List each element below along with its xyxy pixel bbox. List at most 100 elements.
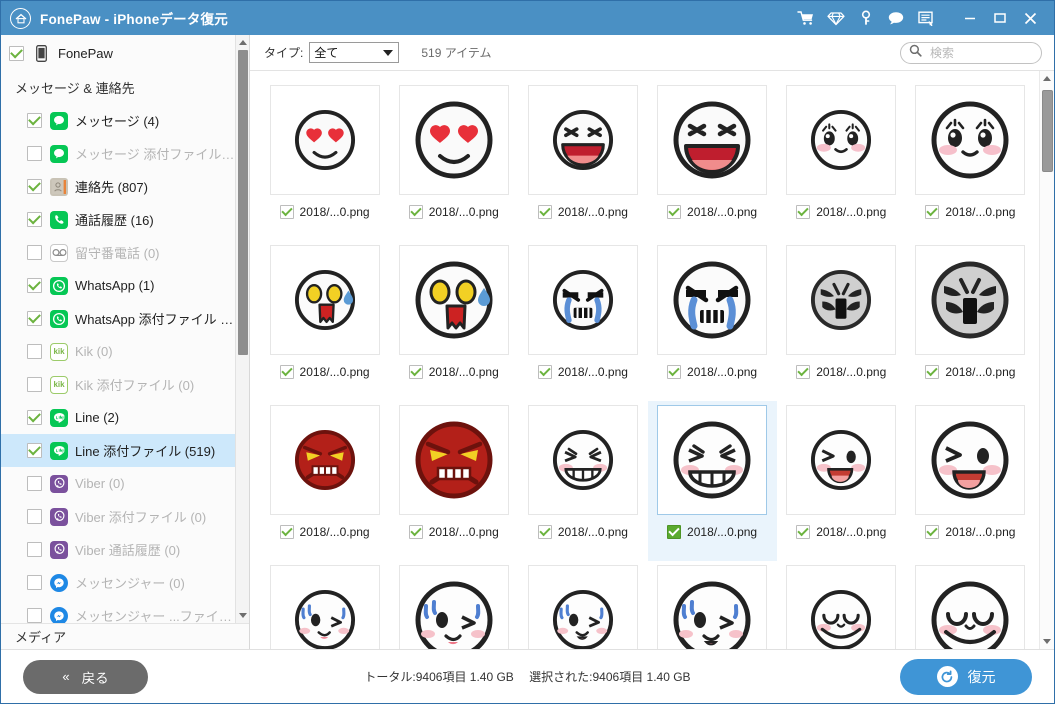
grid-item[interactable]: 2018/...0.png [518, 241, 647, 401]
grid-scroll-up-arrow-icon[interactable] [1040, 71, 1055, 86]
diamond-icon[interactable] [822, 4, 850, 32]
sidebar-item-messages[interactable]: メッセージ (4) [1, 104, 235, 137]
thumbnail-checkbox[interactable] [537, 525, 552, 539]
item-checkbox[interactable] [27, 113, 42, 128]
item-checkbox[interactable] [27, 344, 42, 359]
item-checkbox[interactable] [27, 410, 42, 425]
item-checkbox[interactable] [27, 476, 42, 491]
sidebar-item-viber-attachments[interactable]: Viber 添付ファイル (0) [1, 500, 235, 533]
grid-item[interactable]: 2018/...0.png [260, 81, 389, 241]
grid-item[interactable]: 2018/...0.png [777, 81, 906, 241]
sidebar-item-kik-attachments[interactable]: kik Kik 添付ファイル (0) [1, 368, 235, 401]
thumbnail-checkbox[interactable] [408, 365, 423, 379]
thumbnail-checkbox[interactable] [796, 365, 811, 379]
grid-item[interactable]: 2018/...0.png [777, 401, 906, 561]
item-checkbox[interactable] [27, 509, 42, 524]
sidebar-scroll-thumb[interactable] [237, 50, 248, 355]
grid-scroll-track[interactable] [1040, 86, 1055, 634]
grid-item[interactable] [389, 561, 518, 649]
search-box[interactable] [900, 41, 1042, 64]
item-checkbox[interactable] [27, 146, 42, 161]
grid-scroll-down-arrow-icon[interactable] [1040, 634, 1055, 649]
grid-item[interactable]: 2018/...0.png [906, 81, 1035, 241]
item-checkbox[interactable] [27, 245, 42, 260]
grid-item[interactable]: 2018/...0.png [648, 241, 777, 401]
thumbnail-checkbox[interactable] [667, 525, 682, 539]
scroll-down-arrow-icon[interactable] [236, 608, 250, 623]
grid-item[interactable]: 2018/...0.png [518, 401, 647, 561]
sidebar-scroll-track[interactable] [236, 50, 250, 608]
minimize-button[interactable] [956, 4, 984, 32]
sidebar-item-kik[interactable]: kik Kik (0) [1, 335, 235, 368]
grid-item[interactable]: 2018/...0.png [906, 401, 1035, 561]
grid-scrollbar[interactable] [1039, 71, 1054, 649]
sidebar-item-contacts[interactable]: 連絡先 (807) [1, 170, 235, 203]
grid-item[interactable] [906, 561, 1035, 649]
sidebar-item-line[interactable]: Line (2) [1, 401, 235, 434]
grid-item[interactable]: 2018/...0.png [260, 241, 389, 401]
item-checkbox[interactable] [27, 311, 42, 326]
grid-item[interactable]: 2018/...0.png [389, 81, 518, 241]
thumbnail-checkbox[interactable] [667, 365, 682, 379]
thumbnail-checkbox[interactable] [408, 205, 423, 219]
sidebar-item-viber-call-history[interactable]: Viber 通話履歴 (0) [1, 533, 235, 566]
thumbnail-checkbox[interactable] [408, 525, 423, 539]
sidebar-item-line-attachments[interactable]: Line 添付ファイル (519) [1, 434, 235, 467]
maximize-button[interactable] [986, 4, 1014, 32]
scroll-up-arrow-icon[interactable] [236, 35, 250, 50]
thumbnail-checkbox[interactable] [667, 205, 682, 219]
thumbnail-checkbox[interactable] [279, 525, 294, 539]
sidebar-item-message-attachments[interactable]: メッセージ 添付ファイル (0) [1, 137, 235, 170]
item-checkbox[interactable] [27, 179, 42, 194]
item-checkbox[interactable] [27, 278, 42, 293]
thumbnail-checkbox[interactable] [279, 205, 294, 219]
thumbnail-checkbox[interactable] [279, 365, 294, 379]
type-filter-select[interactable]: 全て [309, 42, 400, 63]
sidebar-item-viber[interactable]: Viber (0) [1, 467, 235, 500]
grid-scroll-thumb[interactable] [1041, 90, 1053, 172]
thumbnail-checkbox[interactable] [537, 365, 552, 379]
back-button[interactable]: « 戻る [23, 659, 148, 694]
thumbnail-checkbox[interactable] [796, 525, 811, 539]
restore-button[interactable]: 復元 [900, 658, 1032, 695]
sidebar-item-whatsapp[interactable]: WhatsApp (1) [1, 269, 235, 302]
sidebar-item-messenger[interactable]: メッセンジャー (0) [1, 566, 235, 599]
grid-item[interactable] [260, 561, 389, 649]
item-checkbox[interactable] [27, 608, 42, 623]
grid-item[interactable]: 2018/...0.png [389, 401, 518, 561]
thumbnail-checkbox[interactable] [796, 205, 811, 219]
feedback-icon[interactable] [912, 4, 940, 32]
sidebar-item-whatsapp-attachments[interactable]: WhatsApp 添付ファイル (2) [1, 302, 235, 335]
close-button[interactable] [1016, 4, 1044, 32]
grid-item[interactable]: 2018/...0.png [648, 81, 777, 241]
item-checkbox[interactable] [27, 575, 42, 590]
grid-item[interactable] [777, 561, 906, 649]
item-checkbox[interactable] [27, 377, 42, 392]
device-checkbox[interactable] [9, 45, 24, 61]
grid-item[interactable] [518, 561, 647, 649]
grid-item[interactable]: 2018/...0.png [647, 401, 777, 561]
grid-item[interactable]: 2018/...0.png [777, 241, 906, 401]
thumbnail-checkbox[interactable] [925, 525, 940, 539]
sidebar-scrollbar[interactable] [235, 35, 249, 623]
search-input[interactable] [928, 44, 1033, 61]
sidebar-item-call-history[interactable]: 通話履歴 (16) [1, 203, 235, 236]
grid-item[interactable]: 2018/...0.png [260, 401, 389, 561]
thumbnail-checkbox[interactable] [537, 205, 552, 219]
item-checkbox[interactable] [27, 542, 42, 557]
sidebar-root-device[interactable]: FonePaw [1, 39, 235, 67]
grid-item[interactable] [648, 561, 777, 649]
chat-bubble-icon[interactable] [882, 4, 910, 32]
grid-item[interactable]: 2018/...0.png [389, 241, 518, 401]
item-checkbox[interactable] [27, 212, 42, 227]
thumbnail-checkbox[interactable] [925, 205, 940, 219]
sidebar-item-voicemail[interactable]: 留守番電話 (0) [1, 236, 235, 269]
grid-item[interactable]: 2018/...0.png [518, 81, 647, 241]
sidebar-item-messenger-attachments[interactable]: メッセンジャー ...ファイル (0) [1, 599, 235, 623]
key-icon[interactable] [852, 4, 880, 32]
grid-item[interactable]: 2018/...0.png [906, 241, 1035, 401]
item-checkbox[interactable] [27, 443, 42, 458]
thumbnail-checkbox[interactable] [925, 365, 940, 379]
home-icon[interactable] [10, 7, 31, 29]
cart-icon[interactable] [792, 4, 820, 32]
